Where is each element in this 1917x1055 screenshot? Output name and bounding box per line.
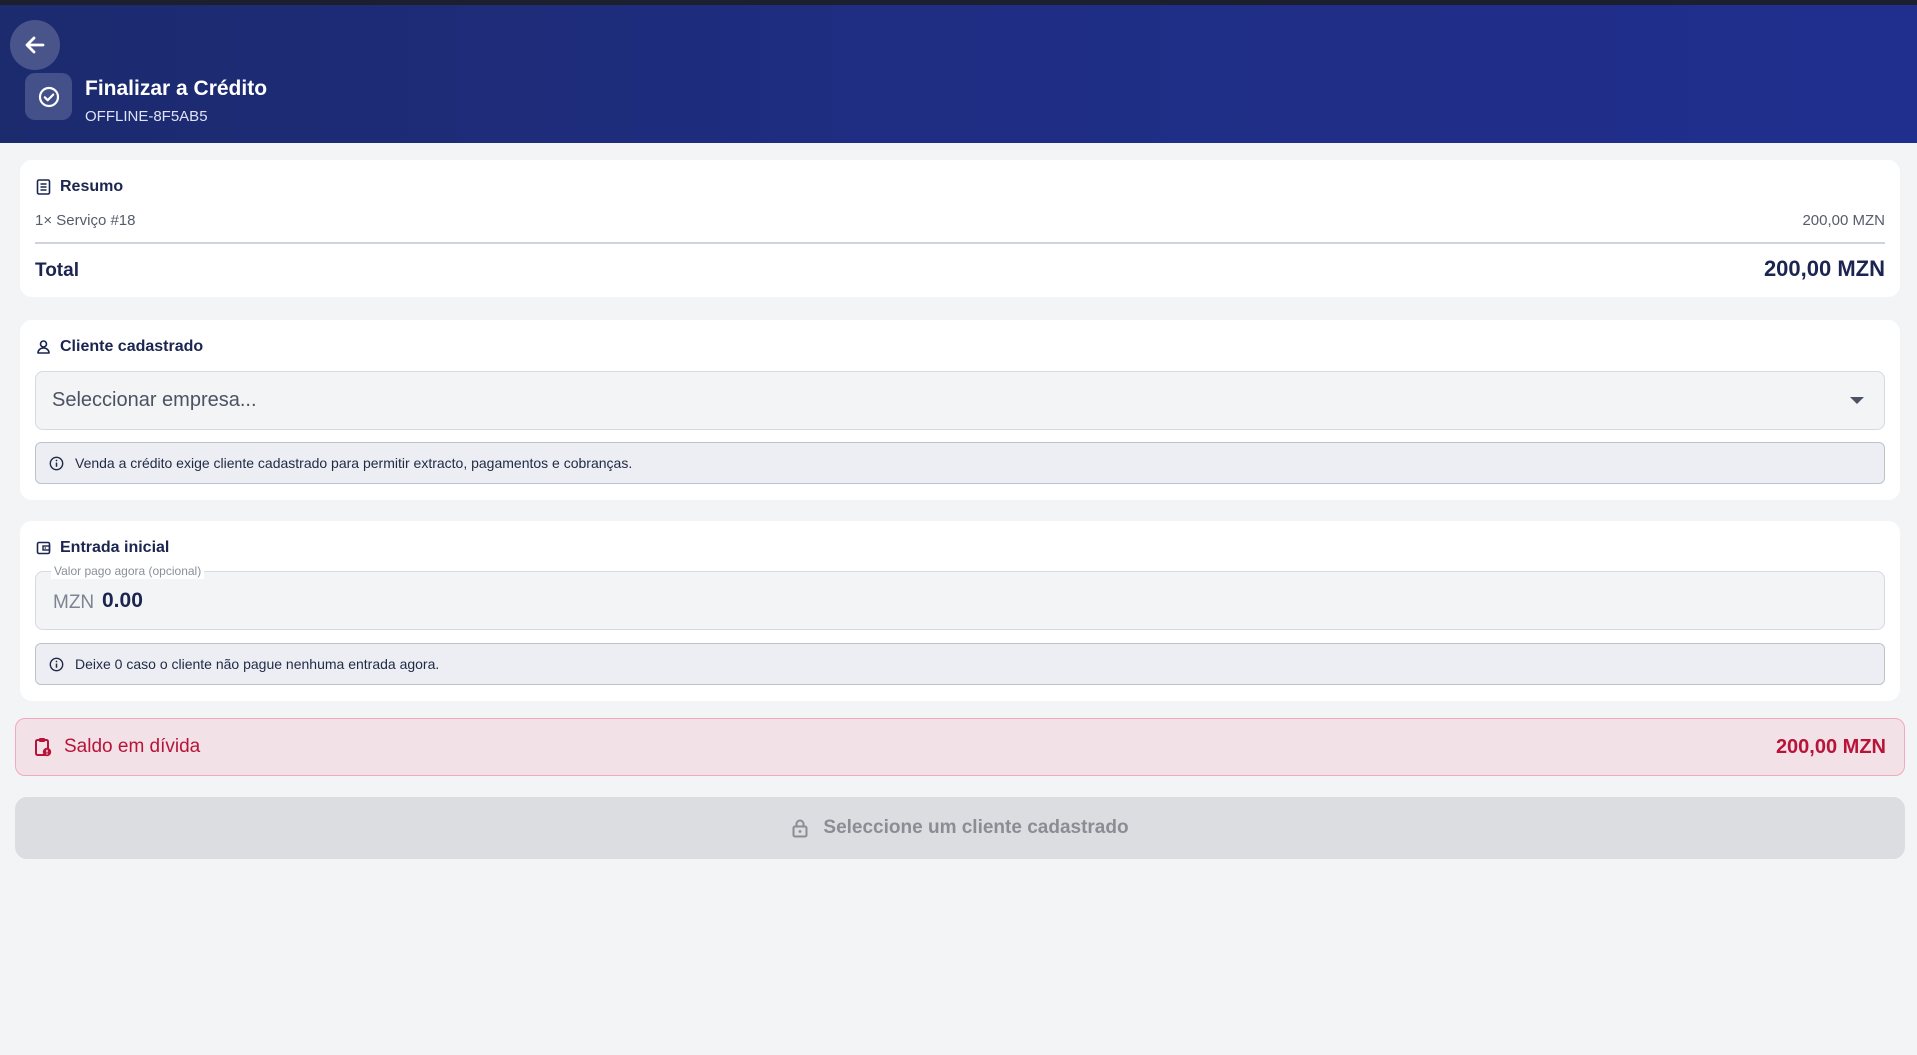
outstanding-balance-banner: Saldo em dívida 200,00 MZN bbox=[15, 718, 1905, 776]
summary-card: Resumo 1× Serviço #18 200,00 MZN Total 2… bbox=[20, 160, 1900, 297]
sale-reference: OFFLINE-8F5AB5 bbox=[85, 108, 208, 125]
down-payment-info-box: Deixe 0 caso o cliente não pague nenhuma… bbox=[35, 643, 1885, 685]
total-label: Total bbox=[35, 260, 79, 281]
info-icon bbox=[49, 657, 64, 671]
client-title-label: Cliente cadastrado bbox=[60, 338, 204, 355]
clipboard-alert-icon bbox=[35, 738, 52, 757]
line-item-label: 1× Serviço #18 bbox=[35, 212, 136, 229]
line-item-amount: 200,00 MZN bbox=[1802, 212, 1885, 229]
summary-line-item: 1× Serviço #18 200,00 MZN bbox=[35, 212, 1885, 229]
client-card: Cliente cadastrado Seleccionar empresa..… bbox=[20, 320, 1900, 500]
info-icon bbox=[49, 456, 64, 470]
summary-total-row: Total 200,00 MZN bbox=[35, 256, 1885, 282]
down-payment-title-label: Entrada inicial bbox=[60, 539, 170, 556]
page-title: Finalizar a Crédito bbox=[85, 77, 268, 100]
receipt-icon bbox=[35, 179, 51, 195]
amount-paid-input[interactable] bbox=[102, 584, 502, 618]
summary-title-label: Resumo bbox=[60, 178, 124, 195]
lock-icon bbox=[792, 819, 808, 838]
amount-paid-label: Valor pago agora (opcional) bbox=[51, 563, 205, 579]
outstanding-balance-label: Saldo em dívida bbox=[64, 736, 201, 757]
page-header: Finalizar a Crédito OFFLINE-8F5AB5 bbox=[0, 5, 1917, 143]
wallet-icon bbox=[35, 540, 51, 556]
check-circle-icon bbox=[38, 86, 59, 107]
down-payment-title: Entrada inicial bbox=[35, 539, 169, 557]
company-select-placeholder: Seleccionar empresa... bbox=[52, 389, 257, 411]
company-select[interactable]: Seleccionar empresa... bbox=[35, 371, 1885, 430]
total-value: 200,00 MZN bbox=[1763, 256, 1885, 281]
down-payment-info-text: Deixe 0 caso o cliente não pague nenhuma… bbox=[75, 656, 440, 672]
client-title: Cliente cadastrado bbox=[35, 338, 203, 356]
caret-down-icon bbox=[1850, 397, 1864, 404]
select-client-button-label: Seleccione um cliente cadastrado bbox=[823, 817, 1129, 838]
back-button[interactable] bbox=[10, 20, 60, 70]
arrow-left-icon bbox=[25, 36, 45, 54]
down-payment-card: Entrada inicial Valor pago agora (opcion… bbox=[20, 521, 1900, 701]
amount-paid-field[interactable]: Valor pago agora (opcional) MZN bbox=[35, 563, 1885, 630]
person-icon bbox=[35, 339, 51, 355]
outstanding-balance-value: 200,00 MZN bbox=[1775, 735, 1886, 758]
summary-title: Resumo bbox=[35, 178, 123, 196]
select-client-button[interactable]: Seleccione um cliente cadastrado bbox=[15, 797, 1905, 859]
client-info-text: Venda a crédito exige cliente cadastrado… bbox=[75, 455, 633, 471]
title-icon-badge bbox=[25, 73, 72, 120]
summary-divider bbox=[35, 242, 1885, 244]
client-info-box: Venda a crédito exige cliente cadastrado… bbox=[35, 442, 1885, 484]
currency-prefix: MZN bbox=[53, 592, 95, 613]
